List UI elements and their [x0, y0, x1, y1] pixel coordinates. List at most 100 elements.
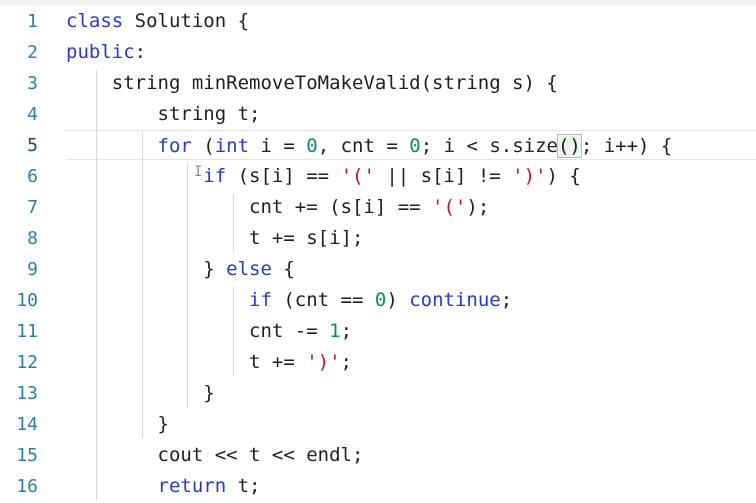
code-line[interactable]: 13 }: [0, 378, 756, 409]
string-token: ')': [512, 165, 547, 187]
line-number[interactable]: 9: [0, 254, 38, 285]
code-text-area[interactable]: t += s[i];: [66, 223, 756, 253]
code-token: }: [66, 258, 227, 280]
code-text: }: [66, 409, 169, 440]
code-line[interactable]: 3 string minRemoveToMakeValid(string s) …: [0, 68, 756, 99]
line-number[interactable]: 5: [0, 130, 38, 161]
code-line[interactable]: 7 cnt += (s[i] == '(');: [0, 192, 756, 223]
keyword-token: for: [157, 135, 192, 157]
indent-guide: [187, 163, 189, 407]
code-line[interactable]: 15 cout << t << endl;: [0, 440, 756, 471]
code-editor[interactable]: 1 class Solution {2 public: 3 string minRem…: [0, 6, 756, 503]
code-token: t;: [226, 475, 261, 497]
code-text: t += ')';: [66, 347, 352, 378]
number-token: 1: [329, 320, 341, 342]
code-text-area[interactable]: for (int i = 0, cnt = 0; i < s.size(); i…: [66, 130, 756, 160]
keyword-token: return: [157, 475, 227, 497]
keyword-token: if: [249, 289, 272, 311]
code-text: for (int i = 0, cnt = 0; i < s.size(); i…: [66, 131, 672, 162]
code-text: class Solution {: [66, 6, 249, 37]
code-text-area[interactable]: cnt += (s[i] == '(');: [66, 192, 756, 222]
number-token: 0: [374, 289, 387, 311]
code-line[interactable]: 10 if (cnt == 0) continue;: [0, 285, 756, 316]
code-token: t += s[i];: [66, 227, 364, 249]
code-token: , cnt =: [317, 135, 410, 157]
code-line[interactable]: 14 }: [0, 409, 756, 440]
keyword-token: continue: [409, 289, 501, 311]
code-text: string minRemoveToMakeValid(string s) {: [66, 68, 558, 99]
line-number[interactable]: 12: [0, 347, 38, 378]
code-line[interactable]: 1 class Solution {: [0, 6, 756, 37]
code-text-area[interactable]: }: [66, 409, 756, 439]
code-text-area[interactable]: } else {: [66, 254, 756, 284]
code-line[interactable]: 5 for (int i = 0, cnt = 0; i < s.size();…: [0, 130, 756, 161]
code-token: i =: [249, 135, 307, 157]
code-token: :: [134, 41, 147, 63]
code-text-area[interactable]: if (s[i] == '(' || s[i] != ')') {: [66, 161, 756, 191]
code-text-area[interactable]: string minRemoveToMakeValid(string s) {: [66, 68, 756, 98]
line-number[interactable]: 10: [0, 285, 38, 316]
code-token: string minRemoveToMakeValid(string s) {: [66, 72, 558, 94]
code-text: t += s[i];: [66, 223, 363, 254]
code-text-area[interactable]: if (cnt == 0) continue;: [66, 285, 756, 315]
line-number[interactable]: 1: [0, 6, 38, 37]
code-token: t +=: [66, 351, 307, 373]
line-number[interactable]: 7: [0, 192, 38, 223]
code-token: ;: [500, 289, 513, 311]
code-line[interactable]: 8 t += s[i];: [0, 223, 756, 254]
indent-guide: [233, 287, 235, 376]
code-text-area[interactable]: cnt -= 1;: [66, 316, 756, 346]
code-text-area[interactable]: }: [66, 378, 756, 408]
code-line[interactable]: 4 string t;: [0, 99, 756, 130]
code-text-area[interactable]: class Solution {: [66, 6, 756, 36]
line-number[interactable]: 4: [0, 99, 38, 130]
code-text-area[interactable]: public:: [66, 37, 756, 67]
code-text: } else {: [66, 254, 295, 285]
code-text-area[interactable]: string t;: [66, 99, 756, 129]
keyword-token: else: [226, 258, 272, 280]
code-line[interactable]: 9 } else {: [0, 254, 756, 285]
code-token: cout << t << endl;: [66, 444, 364, 466]
code-token: }: [66, 382, 215, 404]
keyword-token: class: [66, 10, 124, 32]
code-token: cnt -=: [66, 320, 330, 342]
line-number[interactable]: 3: [0, 68, 38, 99]
line-number[interactable]: 16: [0, 471, 38, 502]
code-token: );: [466, 196, 490, 218]
code-token: ) {: [546, 165, 581, 187]
code-text: if (s[i] == '(' || s[i] != ')') {: [66, 161, 581, 192]
code-token: ; i < s.size: [420, 135, 558, 157]
code-line[interactable]: 2 public:: [0, 37, 756, 68]
code-line[interactable]: 6 if (s[i] == '(' || s[i] != ')') {: [0, 161, 756, 192]
line-number[interactable]: 11: [0, 316, 38, 347]
code-line[interactable]: 16 return t;: [0, 471, 756, 502]
keyword-token: if: [203, 165, 227, 187]
line-number[interactable]: 6: [0, 161, 38, 192]
code-token: ;: [340, 320, 353, 342]
matched-bracket-highlight: (): [556, 134, 582, 158]
text-cursor-icon: I: [194, 164, 203, 180]
code-line[interactable]: 11 cnt -= 1;: [0, 316, 756, 347]
code-text-area[interactable]: t += ')';: [66, 347, 756, 377]
line-number[interactable]: 8: [0, 223, 38, 254]
line-number[interactable]: 2: [0, 37, 38, 68]
line-number[interactable]: 14: [0, 409, 38, 440]
code-line[interactable]: 12 t += ')';: [0, 347, 756, 378]
code-token: Solution {: [123, 10, 250, 32]
keyword-token: int: [214, 135, 250, 157]
code-text-area[interactable]: cout << t << endl;: [66, 440, 756, 470]
code-text-area[interactable]: return t;: [66, 471, 756, 501]
code-token: ): [386, 289, 410, 311]
string-token: '(': [432, 196, 467, 218]
number-token: 0: [409, 135, 421, 157]
code-text: cout << t << endl;: [66, 440, 364, 471]
code-text: }: [66, 378, 215, 409]
code-token: ; i++) {: [580, 135, 673, 157]
line-number[interactable]: 13: [0, 378, 38, 409]
string-token: ')': [306, 351, 341, 373]
line-number[interactable]: 15: [0, 440, 38, 471]
